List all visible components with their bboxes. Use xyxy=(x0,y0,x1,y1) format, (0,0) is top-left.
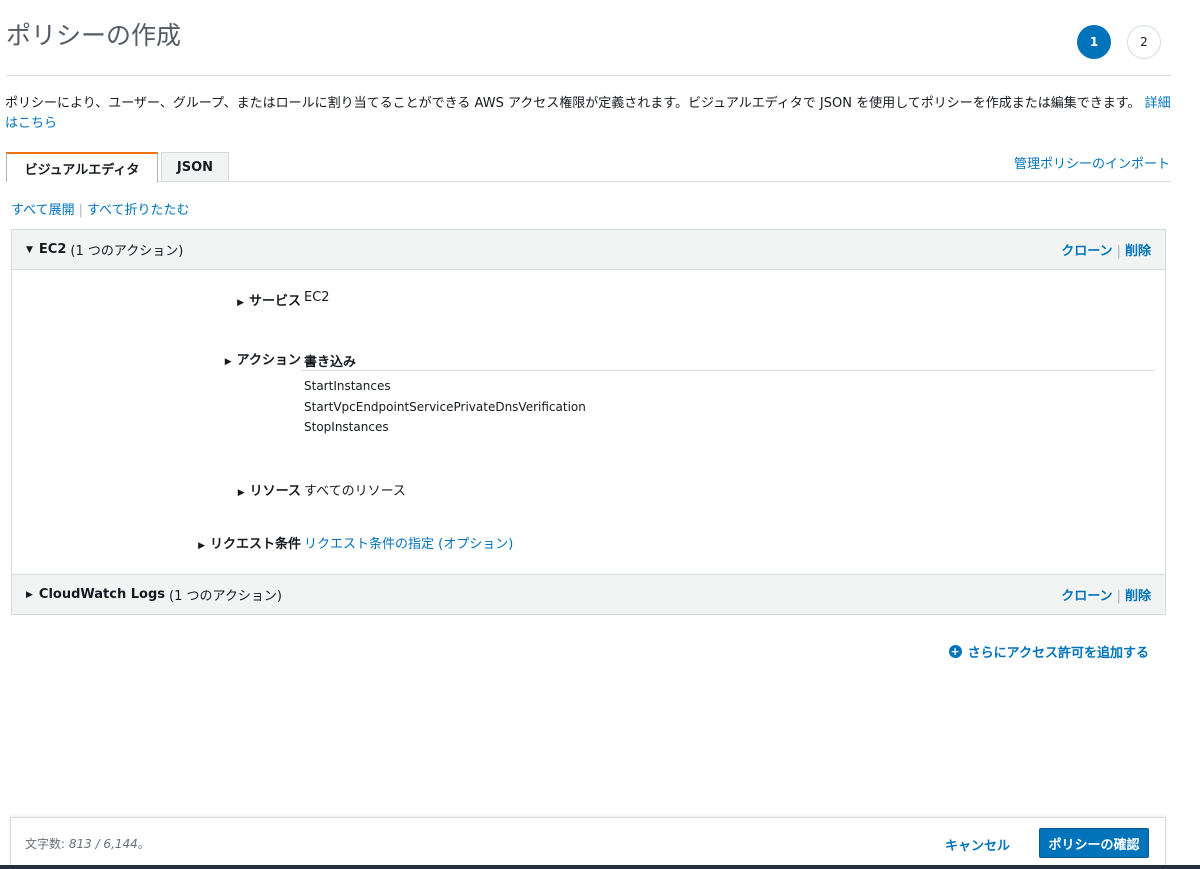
resource-value: すべてのリソース xyxy=(304,484,406,499)
service-name: EC2 xyxy=(38,242,67,257)
cloudwatch-panel-header[interactable]: ▶ CloudWatch Logs (1 つのアクション) クローン | 削除 xyxy=(11,574,1166,615)
service-row-label[interactable]: ▶ サービス xyxy=(12,290,301,309)
delete-link[interactable]: 削除 xyxy=(1125,589,1151,604)
condition-row-label[interactable]: ▶ リクエスト条件 xyxy=(12,533,301,552)
character-count: 文字数: 813 / 6,144。 xyxy=(25,835,150,852)
caret-down-icon: ▼ xyxy=(26,244,33,255)
service-value: EC2 xyxy=(304,290,330,305)
character-count-label: 文字数: xyxy=(25,837,69,851)
clone-link[interactable]: クローン xyxy=(1061,589,1112,604)
ec2-panel-body: ▶ サービス EC2 ▶ アクション 書き込み StartInstances Sta… xyxy=(11,270,1166,574)
condition-label-text: リクエスト条件 xyxy=(209,537,301,552)
add-permissions-button[interactable]: + さらにアクセス許可を追加する xyxy=(948,642,1149,661)
collapse-all-link[interactable]: すべて折りたたむ xyxy=(87,203,190,218)
header-divider xyxy=(6,75,1171,76)
clone-link[interactable]: クローン xyxy=(1061,244,1112,259)
page-title: ポリシーの作成 xyxy=(6,21,182,50)
expand-all-link[interactable]: すべて展開 xyxy=(11,203,75,218)
caret-right-icon: ▶ xyxy=(237,298,244,308)
import-managed-policy-link[interactable]: 管理ポリシーのインポート xyxy=(1014,153,1170,172)
request-condition-link[interactable]: リクエスト条件の指定 (オプション) xyxy=(304,533,513,552)
action-list: StartInstances StartVpcEndpointServicePr… xyxy=(304,376,586,438)
character-count-value: 813 / 6,144 xyxy=(68,837,138,851)
separator: | xyxy=(1116,244,1121,259)
tab-json[interactable]: JSON xyxy=(161,152,229,182)
character-count-suffix: 。 xyxy=(137,837,150,851)
action-row-label[interactable]: ▶ アクション xyxy=(12,349,301,368)
bottom-edge-bar xyxy=(0,865,1200,869)
action-group-divider xyxy=(301,370,1154,371)
plus-circle-icon: + xyxy=(948,645,962,658)
add-permissions-label: さらにアクセス許可を追加する xyxy=(967,646,1149,661)
review-policy-button[interactable]: ポリシーの確認 xyxy=(1039,828,1149,858)
separator: | xyxy=(78,203,83,218)
resource-row-label[interactable]: ▶ リソース xyxy=(12,480,301,499)
delete-link[interactable]: 削除 xyxy=(1125,244,1151,259)
caret-right-icon: ▶ xyxy=(224,357,232,367)
action-item: StartVpcEndpointServicePrivateDnsVerific… xyxy=(304,399,586,414)
cancel-button[interactable]: キャンセル xyxy=(945,835,1010,854)
step-indicator-1: 1 xyxy=(1077,25,1111,59)
caret-right-icon: ▶ xyxy=(237,488,245,498)
action-item: StopInstances xyxy=(304,420,389,434)
action-label-text: アクション xyxy=(236,353,301,368)
service-name: CloudWatch Logs xyxy=(38,587,166,602)
action-count: (1 つのアクション) xyxy=(70,244,184,259)
tab-divider xyxy=(6,181,1171,182)
ec2-panel-header[interactable]: ▼ EC2 (1 つのアクション) クローン | 削除 xyxy=(11,229,1166,270)
service-label-text: サービス xyxy=(248,294,301,309)
caret-right-icon: ▶ xyxy=(198,541,205,551)
panel-actions: クローン | 削除 xyxy=(1061,240,1151,259)
tab-visual-editor[interactable]: ビジュアルエディタ xyxy=(6,152,158,182)
resource-label-text: リソース xyxy=(249,484,301,499)
description-text: ポリシーにより、ユーザー、グループ、またはロールに割り当てることができる AWS… xyxy=(5,96,1141,111)
action-group-title: 書き込み xyxy=(304,355,357,370)
action-item: StartInstances xyxy=(304,379,391,393)
caret-right-icon: ▶ xyxy=(26,589,33,600)
panel-actions: クローン | 削除 xyxy=(1061,585,1151,604)
separator: | xyxy=(1116,589,1121,604)
expand-collapse-controls: すべて展開 | すべて折りたたむ xyxy=(11,199,190,218)
step-indicator-2: 2 xyxy=(1127,25,1161,59)
page-description: ポリシーにより、ユーザー、グループ、またはロールに割り当てることができる AWS… xyxy=(5,94,1175,134)
action-count: (1 つのアクション) xyxy=(169,589,282,604)
